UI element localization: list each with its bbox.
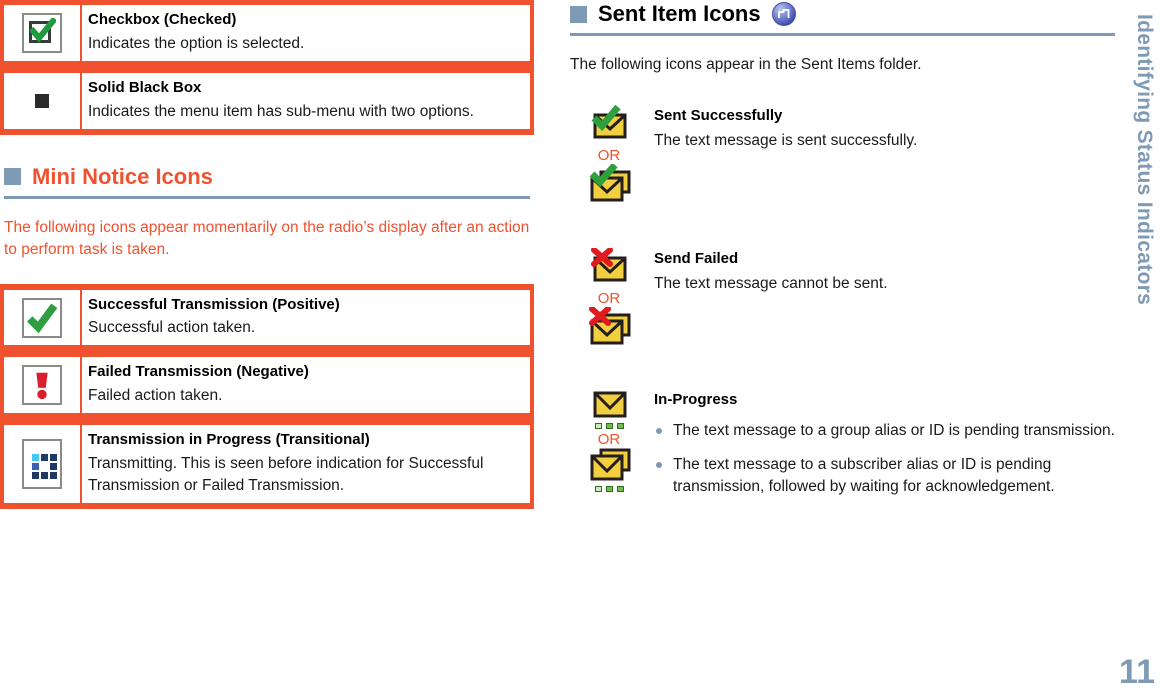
row-title: Successful Transmission (Positive) [88,295,340,313]
or-label: OR [597,146,621,164]
table-row: Checkbox (Checked) Indicates the option … [4,5,530,61]
section-rule [4,195,530,199]
row-title: In-Progress [654,390,738,408]
section-heading: Mini Notice Icons [4,163,530,189]
section-title: Mini Notice Icons [32,163,213,189]
row-description: Failed action taken. [88,387,223,405]
icon-cell [4,357,82,414]
icon-stack: OR [570,389,648,510]
row-description: The text message cannot be sent. [654,274,888,292]
envelope-pending-single-icon [586,389,632,429]
sent-item-row: OR In-Progress The text message to a gro… [570,389,1115,510]
section-bullet-square-icon [570,5,587,23]
envelope-pending-stacked-icon [586,448,632,492]
chapter-side-tab: Identifying Status Indicators [1129,14,1159,534]
section-title: Sent Item Icons [598,1,761,26]
text-block: In-Progress The text message to a group … [648,389,1115,510]
list-item: The text message to a subscriber alias o… [654,454,1115,498]
table-row: Transmission in Progress (Transitional) … [4,425,530,503]
step-wave-badge-icon [771,2,796,27]
row-title: Checkbox (Checked) [88,11,237,28]
status-icon-table-top: Checkbox (Checked) Indicates the option … [0,0,534,135]
green-check-icon [22,297,62,338]
table-row: Successful Transmission (Positive) Succe… [4,289,530,346]
icon-stack: OR [570,246,648,349]
text-cell: Checkbox (Checked) Indicates the option … [82,5,530,61]
icon-cell [4,5,82,61]
red-exclamation-icon [22,365,62,406]
section-rule [570,33,1115,37]
row-description: Successful action taken. [88,319,256,337]
or-label: OR [597,289,621,307]
sent-item-row: OR Send Failed The text message cannot b… [570,246,1115,349]
row-title: Failed Transmission (Negative) [88,363,309,381]
text-block: Send Failed The text message cannot be s… [648,248,1115,349]
chapter-label: Identifying Status Indicators [1133,14,1156,306]
check-mark-icon [30,17,56,43]
status-icon-table-bottom: Successful Transmission (Positive) Succe… [0,283,534,509]
envelope-green-check-stacked-icon [586,162,632,206]
sent-item-section: Sent Item Icons The following icons appe… [570,0,1115,77]
row-bullet-list: The text message to a group alias or ID … [654,420,1115,498]
solid-black-box-icon [22,80,62,121]
table-row: Failed Transmission (Negative) Failed ac… [4,357,530,414]
text-cell: Failed Transmission (Negative) Failed ac… [82,357,530,413]
text-block: Sent Successfully The text message is se… [648,105,1115,206]
section-lead: The following icons appear in the Sent I… [570,56,922,74]
manual-page: Checkbox (Checked) Indicates the option … [0,0,1163,697]
row-description: Indicates the option is selected. [88,34,305,52]
icon-stack: OR [570,104,648,206]
row-description: Indicates the menu item has sub-menu wit… [88,102,474,120]
row-title: Solid Black Box [88,78,202,96]
row-description: Transmitting. This is seen before indica… [88,454,484,494]
section-lead: The following icons appear momentarily o… [4,218,530,259]
icon-cell [4,289,82,346]
icon-cell [4,72,82,129]
row-title: Send Failed [654,249,739,267]
checkbox-checked-icon [22,12,62,53]
check-mark-icon [27,302,58,333]
pending-dots-icon [586,485,632,492]
section-bullet-square-icon [4,168,21,186]
row-title: Transmission in Progress (Transitional) [88,431,370,449]
section-heading: Sent Item Icons [570,1,1115,27]
list-item: The text message to a group alias or ID … [654,420,1115,442]
page-number: 11 [1119,653,1155,691]
text-cell: Solid Black Box Indicates the menu item … [82,73,530,129]
envelope-red-x-stacked-icon [586,305,632,349]
row-description: The text message is sent successfully. [654,131,918,149]
envelope-green-check-single-icon [586,104,632,147]
row-title: Sent Successfully [654,106,783,124]
icon-cell [4,425,82,503]
left-column: Checkbox (Checked) Indicates the option … [0,0,534,509]
pending-dots-icon [586,422,632,429]
right-column: Sent Item Icons The following icons appe… [570,0,1115,510]
transmitting-grid-icon [22,439,62,489]
text-cell: Transmission in Progress (Transitional) … [82,425,530,503]
text-cell: Successful Transmission (Positive) Succe… [82,290,530,346]
exclamation-mark-icon [36,372,48,400]
mini-notice-section: Mini Notice Icons The following icons ap… [0,135,534,262]
table-row: Solid Black Box Indicates the menu item … [4,72,530,129]
envelope-red-x-single-icon [586,246,632,290]
sent-item-row: OR Sent Successfully The text message is… [570,104,1115,206]
or-label: OR [597,430,621,448]
